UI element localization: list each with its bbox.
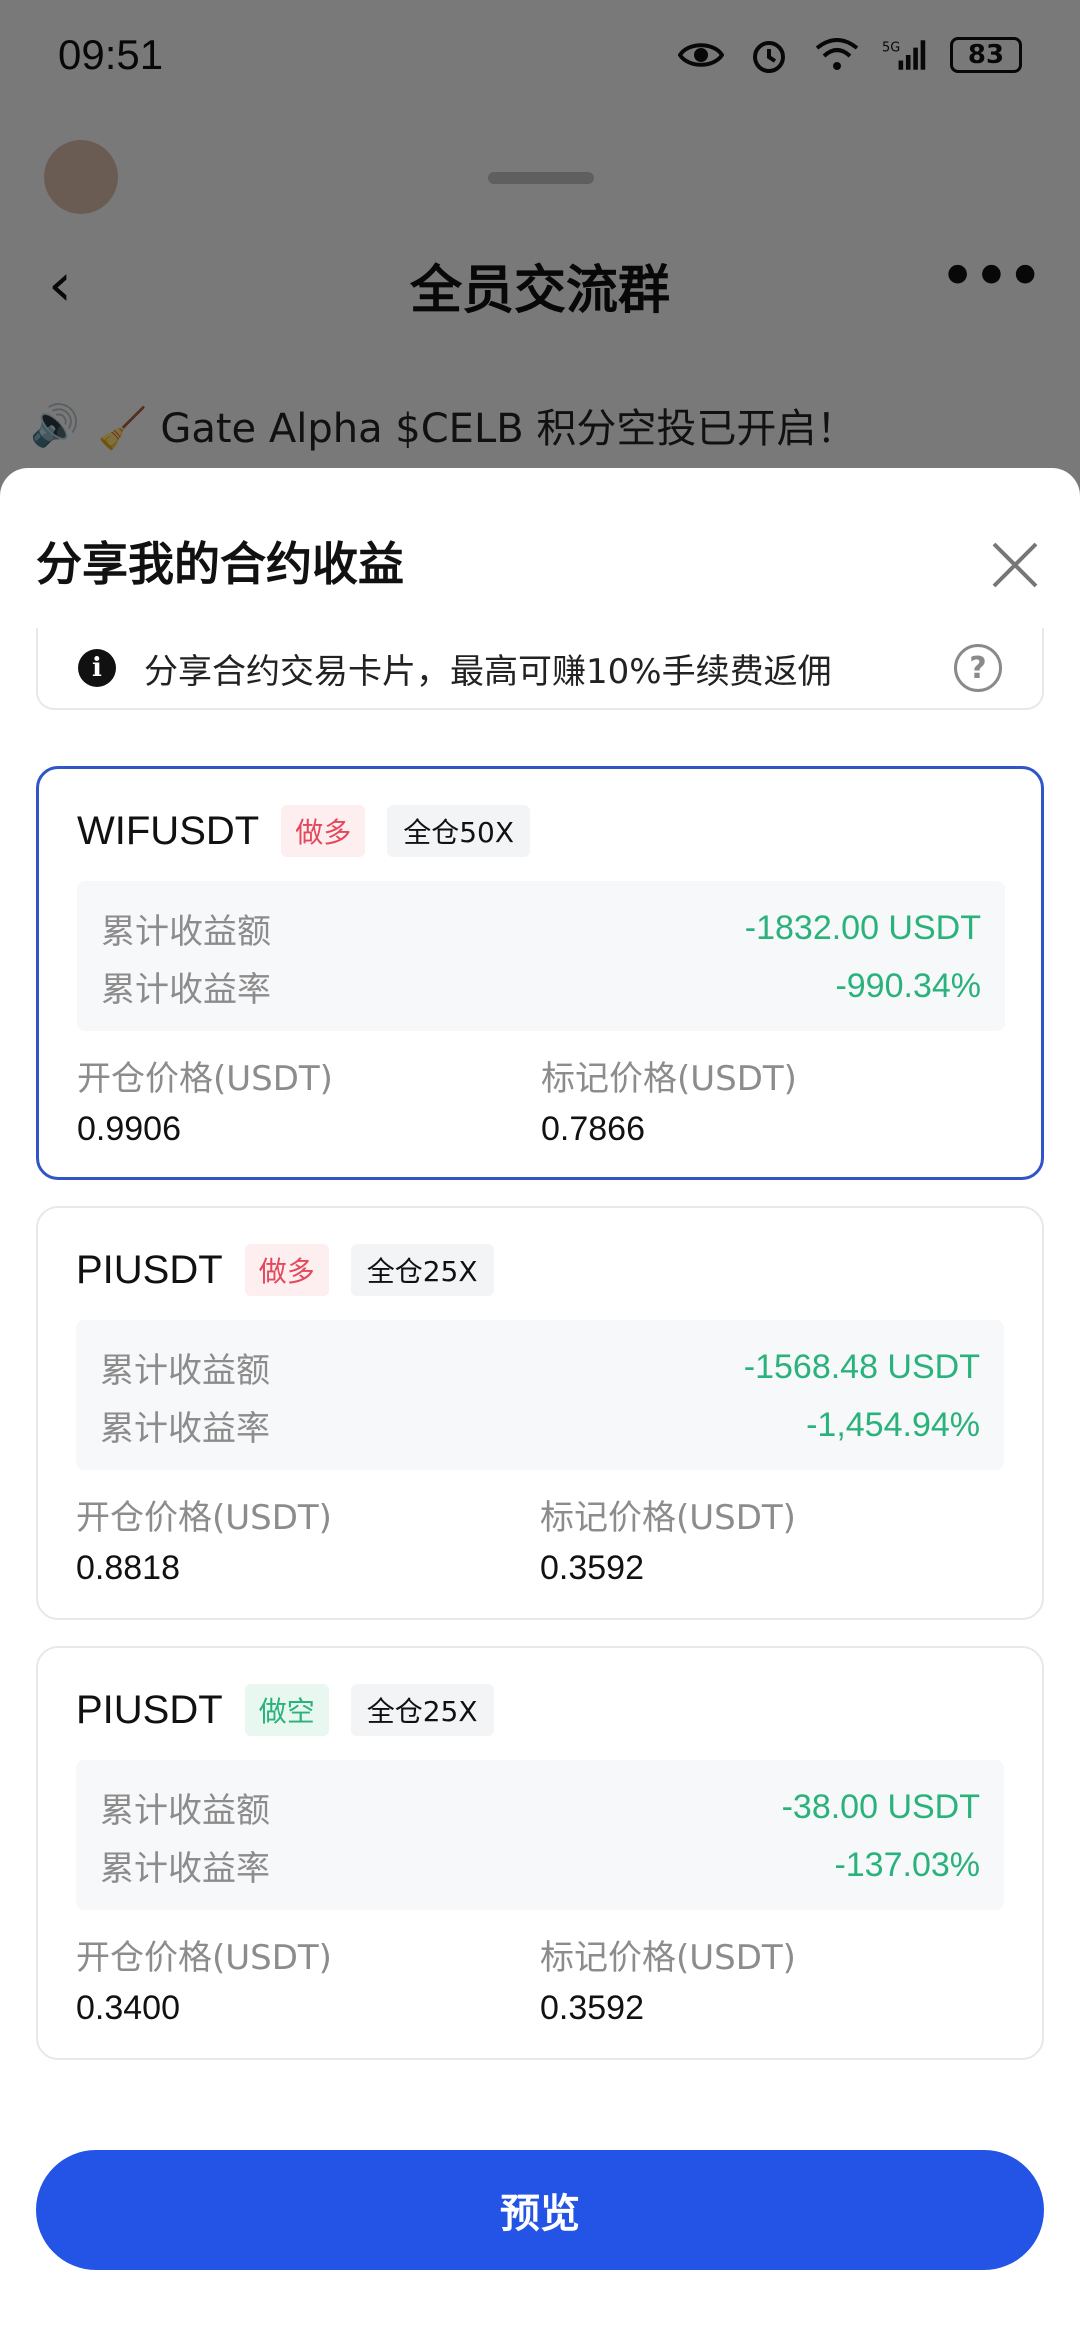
mark-price-label: 标记价格(USDT) — [541, 1059, 797, 1099]
mark-price-label: 标记价格(USDT) — [540, 1498, 796, 1538]
pnl-box: 累计收益额 -1832.00 USDT 累计收益率 -990.34% — [77, 881, 1005, 1031]
open-price-value: 0.9906 — [77, 1110, 181, 1148]
mark-price-value: 0.3592 — [540, 1549, 644, 1587]
help-icon[interactable]: ? — [954, 644, 1002, 692]
pnl-box: 累计收益额 -38.00 USDT 累计收益率 -137.03% — [76, 1760, 1004, 1910]
position-card[interactable]: WIFUSDT 做多 全仓50X 累计收益额 -1832.00 USDT 累计收… — [36, 766, 1044, 1180]
open-price-label: 开仓价格(USDT) — [76, 1938, 332, 1978]
mark-price-value: 0.7866 — [541, 1110, 645, 1148]
share-pnl-sheet: 分享我的合约收益 i 分享合约交易卡片，最高可赚10%手续费返佣 ? WIFUS… — [0, 468, 1080, 2340]
price-grid: 开仓价格(USDT) 0.3400 标记价格(USDT) 0.3592 — [76, 1930, 1004, 2028]
cum-pnl-value: -38.00 USDT — [781, 1787, 980, 1826]
position-card[interactable]: PIUSDT 做多 全仓25X 累计收益额 -1568.48 USDT 累计收益… — [36, 1206, 1044, 1620]
position-symbol: PIUSDT — [76, 1247, 223, 1292]
position-header: PIUSDT 做空 全仓25X — [76, 1684, 494, 1736]
side-badge: 做多 — [244, 1244, 329, 1296]
close-icon[interactable] — [988, 538, 1042, 592]
open-price-value: 0.3400 — [76, 1989, 180, 2027]
info-text: 分享合约交易卡片，最高可赚10%手续费返佣 — [144, 651, 832, 692]
price-grid: 开仓价格(USDT) 0.8818 标记价格(USDT) 0.3592 — [76, 1490, 1004, 1588]
mark-price-value: 0.3592 — [540, 1989, 644, 2027]
info-banner: i 分享合约交易卡片，最高可赚10%手续费返佣 ? — [36, 628, 1044, 710]
cum-pnl-rate-value: -137.03% — [834, 1845, 980, 1884]
side-badge: 做空 — [244, 1684, 329, 1736]
leverage-badge: 全仓25X — [350, 1244, 494, 1296]
mark-price-label: 标记价格(USDT) — [540, 1938, 796, 1978]
cum-pnl-value: -1832.00 USDT — [744, 908, 981, 947]
position-card[interactable]: PIUSDT 做空 全仓25X 累计收益额 -38.00 USDT 累计收益率 … — [36, 1646, 1044, 2060]
cum-pnl-label: 累计收益额 — [101, 911, 271, 952]
cum-pnl-rate-label: 累计收益率 — [100, 1408, 270, 1449]
cum-pnl-label: 累计收益额 — [100, 1790, 270, 1831]
position-symbol: WIFUSDT — [77, 808, 260, 853]
open-price-value: 0.8818 — [76, 1549, 180, 1587]
leverage-badge: 全仓50X — [387, 805, 531, 857]
open-price-label: 开仓价格(USDT) — [76, 1498, 332, 1538]
cum-pnl-rate-label: 累计收益率 — [101, 969, 271, 1010]
preview-button[interactable]: 预览 — [36, 2150, 1044, 2270]
cum-pnl-value: -1568.48 USDT — [743, 1347, 980, 1386]
info-icon: i — [78, 649, 116, 687]
side-badge: 做多 — [281, 805, 366, 857]
cum-pnl-rate-label: 累计收益率 — [100, 1848, 270, 1889]
sheet-title: 分享我的合约收益 — [36, 537, 404, 591]
cum-pnl-rate-value: -990.34% — [835, 966, 981, 1005]
price-grid: 开仓价格(USDT) 0.9906 标记价格(USDT) 0.7866 — [77, 1051, 1005, 1149]
position-header: WIFUSDT 做多 全仓50X — [77, 805, 531, 857]
position-symbol: PIUSDT — [76, 1687, 223, 1732]
cum-pnl-rate-value: -1,454.94% — [806, 1405, 980, 1444]
open-price-label: 开仓价格(USDT) — [77, 1059, 333, 1099]
position-header: PIUSDT 做多 全仓25X — [76, 1244, 494, 1296]
pnl-box: 累计收益额 -1568.48 USDT 累计收益率 -1,454.94% — [76, 1320, 1004, 1470]
cum-pnl-label: 累计收益额 — [100, 1350, 270, 1391]
leverage-badge: 全仓25X — [350, 1684, 494, 1736]
